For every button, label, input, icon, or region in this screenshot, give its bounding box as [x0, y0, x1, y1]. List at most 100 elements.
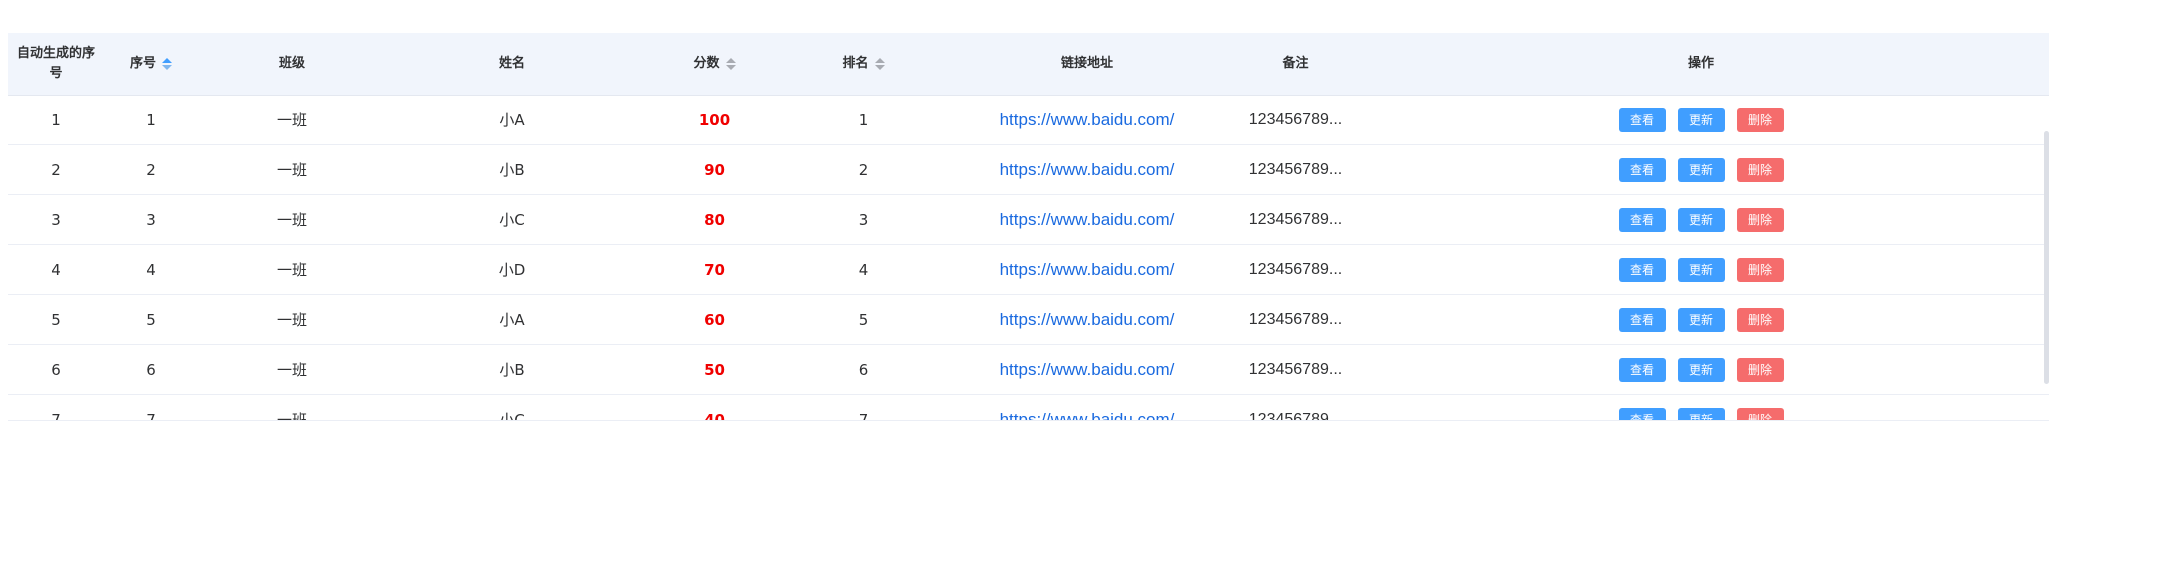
view-button[interactable]: 查看: [1618, 157, 1666, 182]
cell-name: 小A: [499, 111, 525, 129]
cell-rank: 3: [858, 210, 869, 229]
cell-auto-index: 4: [51, 260, 61, 279]
cell-class: 一班: [276, 161, 307, 179]
update-button[interactable]: 更新: [1677, 107, 1725, 132]
table-row: 7 7 一班 小C 40 7 https://www.baidu.com/ 12…: [8, 395, 2049, 420]
column-header-label: 自动生成的序号: [16, 46, 95, 81]
cell-name: 小A: [499, 311, 525, 329]
cell-class: 一班: [276, 411, 307, 420]
column-header-rank[interactable]: 排名: [791, 33, 936, 95]
cell-class: 一班: [276, 261, 307, 279]
cell-actions: 查看 更新 删除: [1353, 195, 2049, 244]
view-button[interactable]: 查看: [1618, 357, 1666, 382]
cell-index: 4: [146, 260, 156, 279]
cell-name: 小B: [499, 361, 525, 379]
cell-remark: 123456789...: [1248, 160, 1343, 178]
table-row: 6 6 一班 小B 50 6 https://www.baidu.com/ 12…: [8, 345, 2049, 395]
column-header-label: 排名: [842, 56, 869, 71]
cell-actions: 查看 更新 删除: [1353, 295, 2049, 344]
cell-score: 40: [704, 410, 725, 421]
column-header-label: 链接地址: [1060, 56, 1113, 71]
table-row: 3 3 一班 小C 80 3 https://www.baidu.com/ 12…: [8, 195, 2049, 245]
view-button[interactable]: 查看: [1618, 257, 1666, 282]
sort-caret-icon[interactable]: [162, 58, 172, 70]
table-row: 1 1 一班 小A 100 1 https://www.baidu.com/ 1…: [8, 95, 2049, 145]
sort-caret-icon[interactable]: [725, 58, 736, 70]
update-button[interactable]: 更新: [1677, 357, 1725, 382]
view-button[interactable]: 查看: [1618, 207, 1666, 232]
cell-remark: 123456789...: [1248, 360, 1343, 378]
update-button[interactable]: 更新: [1677, 307, 1725, 332]
update-button[interactable]: 更新: [1677, 257, 1725, 282]
cell-index: 7: [146, 410, 156, 421]
cell-index: 2: [146, 160, 156, 179]
cell-class: 一班: [276, 211, 307, 229]
cell-score: 50: [704, 360, 725, 379]
cell-remark: 123456789...: [1248, 210, 1343, 228]
cell-index: 1: [146, 110, 156, 129]
delete-button[interactable]: 删除: [1736, 357, 1784, 382]
column-header-label: 序号: [129, 56, 156, 71]
cell-score: 90: [704, 160, 725, 179]
cell-auto-index: 1: [51, 110, 61, 129]
cell-auto-index: 7: [51, 410, 61, 421]
cell-rank: 6: [858, 360, 869, 379]
column-header-label: 备注: [1282, 56, 1309, 71]
column-header-auto-index: 自动生成的序号: [8, 33, 104, 95]
column-header-link: 链接地址: [936, 33, 1238, 95]
cell-actions: 查看 更新 删除: [1353, 145, 2049, 194]
delete-button[interactable]: 删除: [1736, 157, 1784, 182]
update-button[interactable]: 更新: [1677, 157, 1725, 182]
update-button[interactable]: 更新: [1677, 207, 1725, 232]
view-button[interactable]: 查看: [1618, 407, 1666, 420]
cell-link[interactable]: https://www.baidu.com/: [936, 95, 1238, 144]
cell-rank: 1: [858, 110, 869, 129]
cell-name: 小B: [499, 161, 525, 179]
cell-link[interactable]: https://www.baidu.com/: [936, 195, 1238, 244]
column-header-label: 分数: [693, 56, 720, 71]
view-button[interactable]: 查看: [1618, 307, 1666, 332]
cell-actions: 查看 更新 删除: [1353, 95, 2049, 144]
cell-actions: 查看 更新 删除: [1353, 395, 2049, 420]
delete-button[interactable]: 删除: [1736, 307, 1784, 332]
cell-score: 80: [704, 210, 725, 229]
delete-button[interactable]: 删除: [1736, 257, 1784, 282]
cell-link[interactable]: https://www.baidu.com/: [936, 395, 1238, 421]
cell-remark: 123456789...: [1248, 110, 1343, 128]
cell-rank: 7: [858, 410, 869, 421]
delete-button[interactable]: 删除: [1736, 407, 1784, 420]
cell-score: 60: [704, 310, 725, 329]
cell-link[interactable]: https://www.baidu.com/: [936, 245, 1238, 294]
cell-name: 小C: [499, 411, 525, 420]
cell-auto-index: 3: [51, 210, 61, 229]
cell-auto-index: 5: [51, 310, 61, 329]
delete-button[interactable]: 删除: [1736, 207, 1784, 232]
cell-remark: 123456789...: [1248, 310, 1343, 328]
delete-button[interactable]: 删除: [1736, 107, 1784, 132]
table-row: 4 4 一班 小D 70 4 https://www.baidu.com/ 12…: [8, 245, 2049, 295]
cell-score: 70: [704, 260, 725, 279]
cell-rank: 2: [858, 160, 869, 179]
column-header-score[interactable]: 分数: [638, 33, 791, 95]
cell-link[interactable]: https://www.baidu.com/: [936, 145, 1238, 194]
update-button[interactable]: 更新: [1677, 407, 1725, 420]
cell-score: 100: [698, 110, 731, 129]
cell-auto-index: 6: [51, 360, 61, 379]
cell-link[interactable]: https://www.baidu.com/: [936, 295, 1238, 344]
data-table: 自动生成的序号 序号 班级 姓名 分数 排名 链接地址 备注 操作 1 1 一班…: [8, 33, 2049, 421]
cell-name: 小C: [499, 211, 525, 229]
cell-index: 5: [146, 310, 156, 329]
column-header-remark: 备注: [1238, 33, 1353, 95]
cell-link[interactable]: https://www.baidu.com/: [936, 345, 1238, 394]
sort-caret-icon[interactable]: [874, 58, 885, 70]
cell-name: 小D: [498, 261, 526, 279]
view-button[interactable]: 查看: [1618, 107, 1666, 132]
cell-actions: 查看 更新 删除: [1353, 245, 2049, 294]
table-body: 1 1 一班 小A 100 1 https://www.baidu.com/ 1…: [8, 95, 2049, 420]
vertical-scrollbar[interactable]: [2044, 131, 2049, 384]
column-header-label: 操作: [1687, 56, 1714, 71]
column-header-class: 班级: [198, 33, 386, 95]
table-row: 2 2 一班 小B 90 2 https://www.baidu.com/ 12…: [8, 145, 2049, 195]
column-header-actions: 操作: [1353, 33, 2049, 95]
column-header-index[interactable]: 序号: [104, 33, 198, 95]
